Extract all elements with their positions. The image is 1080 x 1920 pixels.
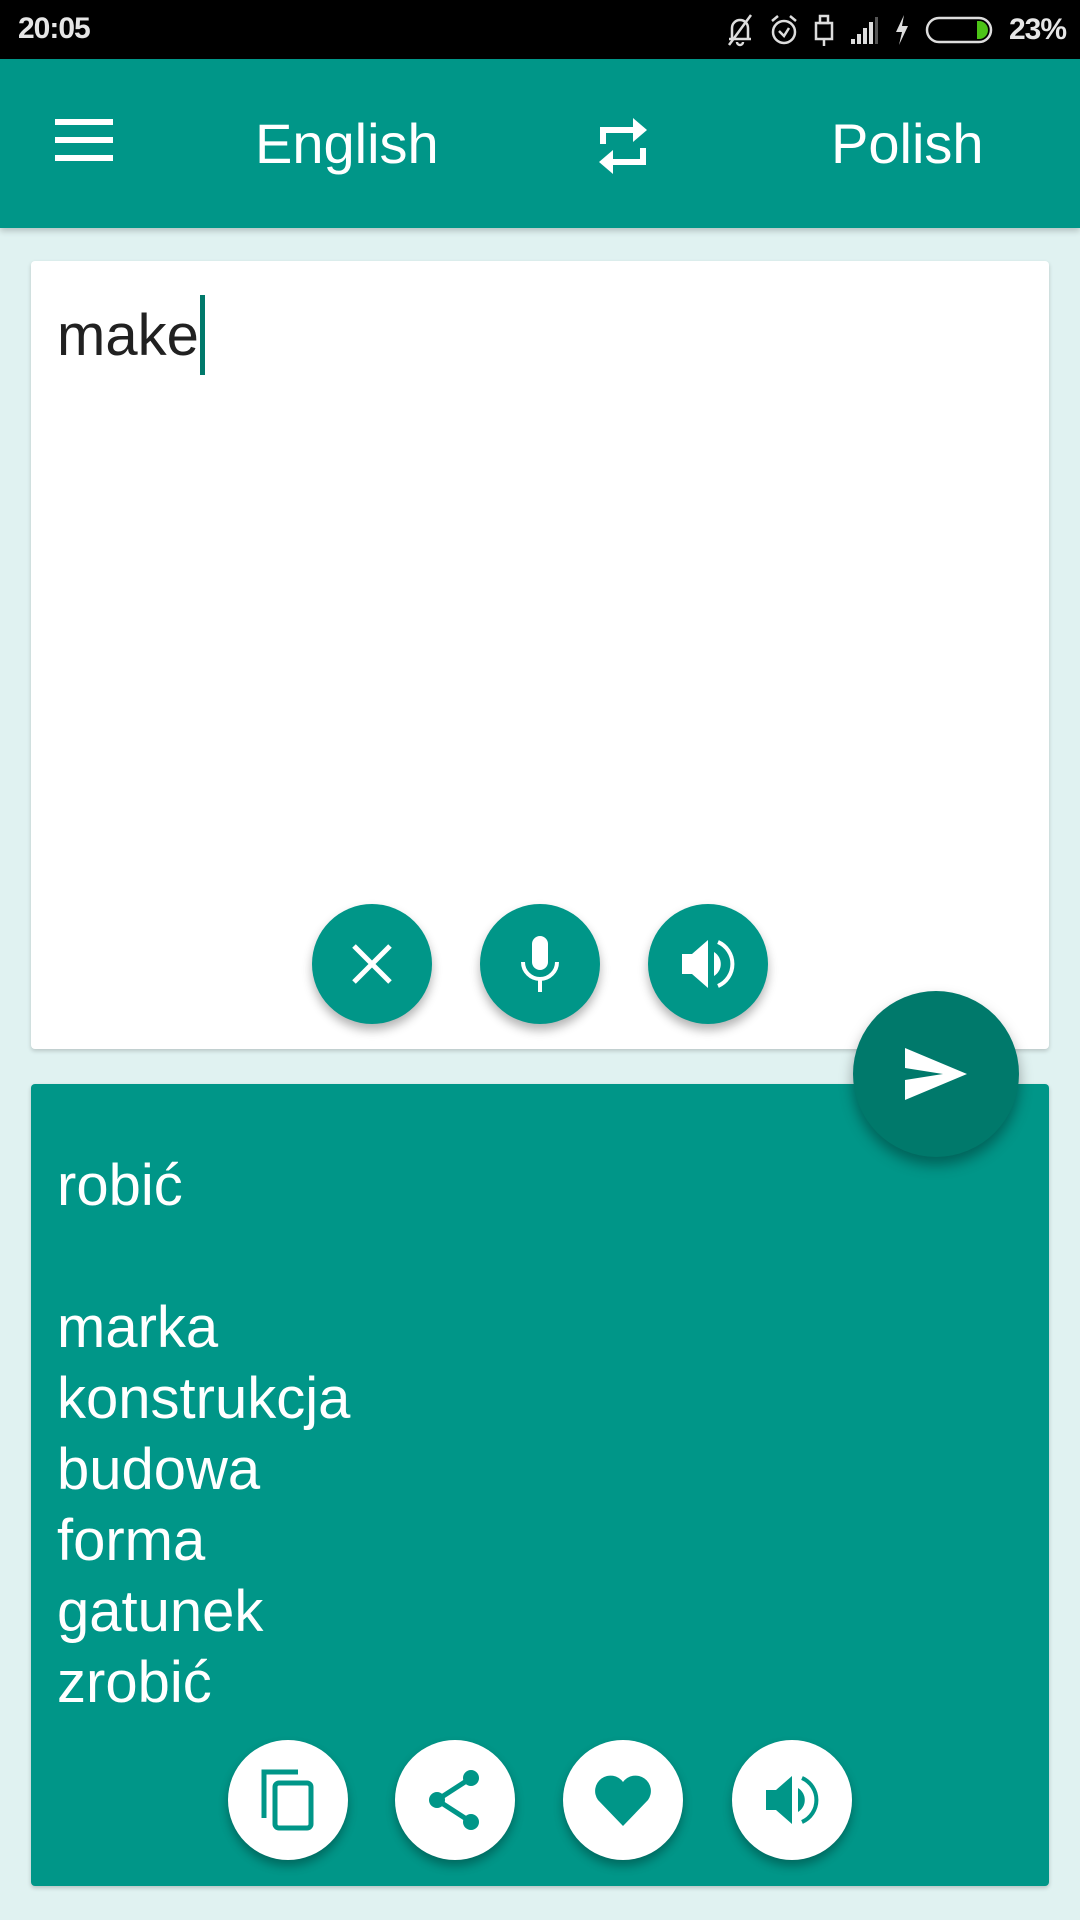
speak-output-button[interactable] [732, 1740, 852, 1860]
copy-button[interactable] [228, 1740, 348, 1860]
alternative-translation: zrobić [57, 1650, 212, 1715]
notifications-off-icon [727, 14, 752, 47]
app-bar: English Polish [0, 59, 1080, 228]
hamburger-menu-icon[interactable] [55, 119, 113, 167]
favorite-button[interactable] [563, 1740, 683, 1860]
battery-icon [925, 16, 993, 44]
output-card: robić marka konstrukcja budowa forma gat… [31, 1084, 1049, 1886]
charging-icon [895, 15, 908, 45]
voice-input-button[interactable] [480, 904, 600, 1024]
share-button[interactable] [395, 1740, 515, 1860]
status-bar: 20:05 23% [0, 0, 1080, 59]
usb-icon [814, 14, 834, 46]
battery-percent: 23% [1008, 13, 1067, 46]
target-language-selector[interactable]: Polish [831, 111, 984, 176]
copy-icon [261, 1769, 314, 1831]
speak-input-button[interactable] [648, 904, 768, 1024]
microphone-icon [521, 936, 559, 992]
status-time: 20:05 [18, 12, 91, 45]
share-icon [429, 1770, 479, 1830]
alternative-translation: gatunek [57, 1579, 264, 1644]
speaker-icon [682, 940, 735, 988]
primary-translation: robić [57, 1153, 183, 1218]
send-icon [905, 1048, 967, 1100]
alternative-translation: forma [57, 1508, 206, 1573]
heart-icon [595, 1775, 651, 1826]
input-text-field[interactable]: make [57, 295, 205, 375]
signal-icon [850, 17, 878, 44]
alternative-translation: budowa [57, 1437, 261, 1502]
alternative-translation: konstrukcja [57, 1366, 351, 1431]
speaker-icon [766, 1776, 819, 1824]
alternative-translation: marka [57, 1295, 219, 1360]
input-text: make [57, 302, 199, 368]
swap-languages-icon[interactable] [593, 114, 653, 178]
status-icons: 23% [725, 10, 1067, 50]
text-caret [199, 295, 205, 375]
clear-button[interactable] [312, 904, 432, 1024]
close-icon [352, 944, 392, 984]
input-card: make [31, 261, 1049, 1049]
source-language-selector[interactable]: English [255, 111, 439, 176]
translation-result[interactable]: robić marka konstrukcja budowa forma gat… [57, 1150, 350, 1718]
alarm-icon [771, 15, 797, 45]
translate-button[interactable] [853, 991, 1019, 1157]
